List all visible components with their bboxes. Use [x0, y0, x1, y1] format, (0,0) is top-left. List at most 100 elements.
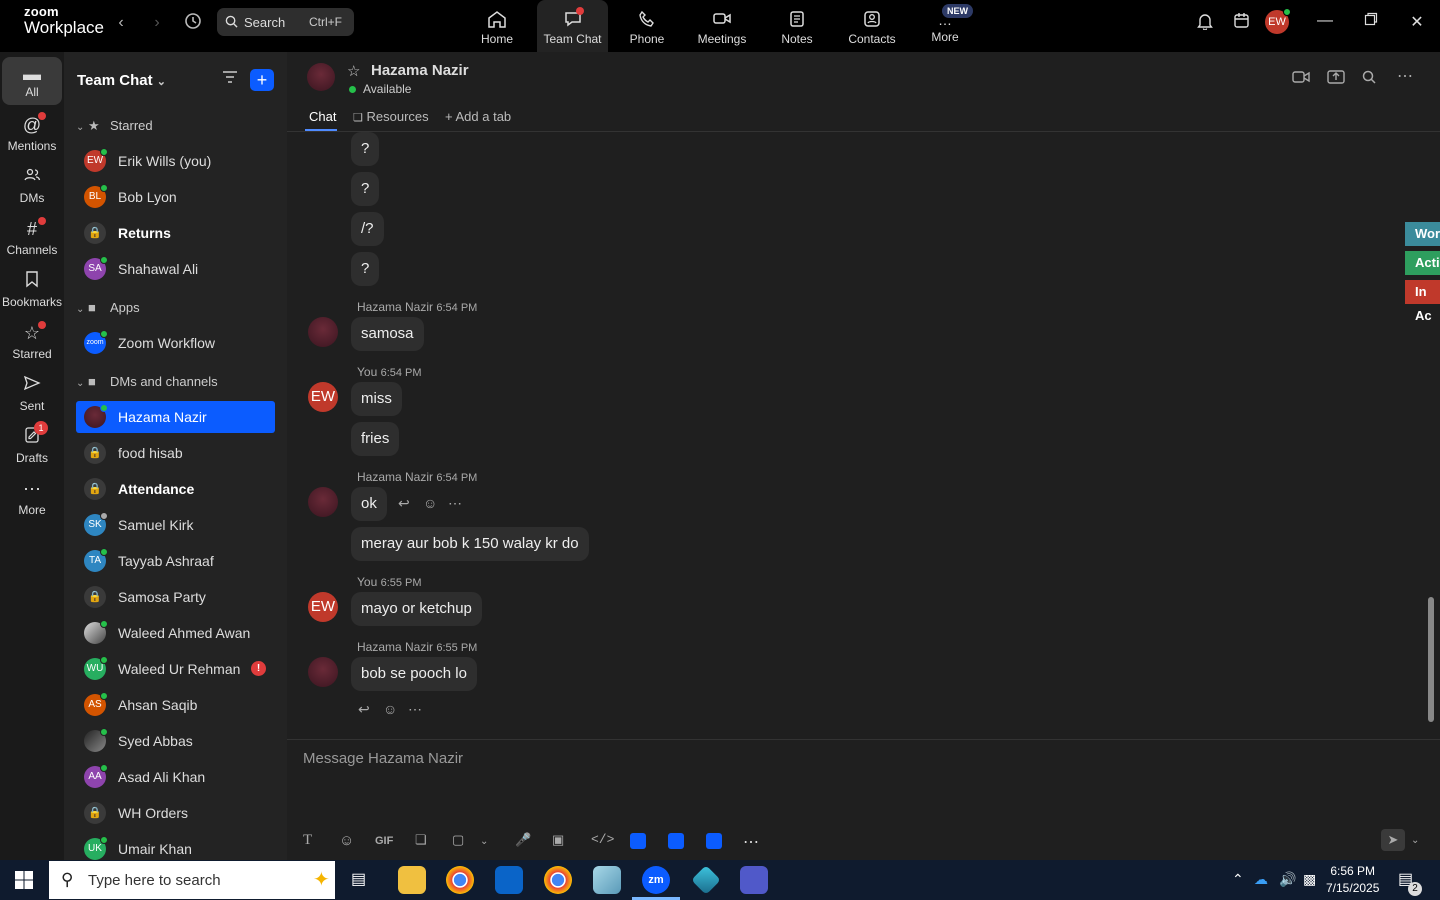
more-tools-icon[interactable]: ⋯ — [743, 832, 759, 852]
close-icon[interactable]: ✕ — [1402, 12, 1432, 32]
tab-chat[interactable]: Chat — [309, 109, 336, 124]
sidebar-item-returns[interactable]: 🔒 Returns — [76, 217, 275, 249]
sidebar-item-asad-ali-khan[interactable]: AA Asad Ali Khan — [76, 761, 275, 793]
nav-notes[interactable]: Notes — [772, 0, 822, 52]
sidebar-item-bob-lyon[interactable]: BL Bob Lyon — [76, 181, 275, 213]
rail-channels[interactable]: # Channels — [2, 218, 62, 257]
sidebar-item-umair-khan[interactable]: UK Umair Khan — [76, 833, 275, 860]
share-screen-icon[interactable] — [1327, 70, 1345, 87]
rail-all[interactable]: ▬ All — [2, 57, 62, 105]
nav-team-chat[interactable]: Team Chat — [537, 0, 608, 52]
send-options-chevron-icon[interactable]: ⌄ — [1411, 835, 1419, 846]
avatar[interactable] — [308, 657, 338, 687]
star-outline-icon[interactable]: ☆ — [347, 62, 360, 80]
section-apps[interactable]: ⌄ ■ Apps — [76, 300, 140, 315]
rail-starred[interactable]: ☆ Starred — [2, 322, 62, 361]
forward-arrow-icon[interactable]: › — [144, 12, 170, 34]
sidebar-item-wh-orders[interactable]: 🔒 WH Orders — [76, 797, 275, 829]
nav-contacts[interactable]: Contacts — [842, 0, 902, 52]
app-icon[interactable] — [691, 865, 721, 895]
search-box[interactable]: Search Ctrl+F — [217, 8, 354, 36]
chevron-down-icon[interactable]: ⌄ — [480, 836, 488, 847]
more-options-icon[interactable]: ⋯ — [1397, 66, 1413, 86]
sidebar-item-food-hisab[interactable]: 🔒 food hisab — [76, 437, 275, 469]
message-bubble[interactable]: ? — [351, 132, 380, 166]
tab-resources[interactable]: ❏ Resources — [353, 109, 429, 124]
onedrive-icon[interactable]: ☁ — [1254, 871, 1268, 888]
chevron-up-icon[interactable]: ⌃ — [1232, 871, 1244, 888]
avatar[interactable]: EW — [308, 382, 338, 412]
emoji-icon[interactable]: ☺ — [339, 832, 354, 849]
side-tab-acti[interactable]: Acti — [1405, 251, 1440, 275]
message-bubble[interactable]: ok — [351, 487, 387, 521]
chat-title[interactable]: Hazama Nazir — [371, 62, 469, 79]
network-icon[interactable]: ▩ — [1303, 871, 1316, 888]
send-button[interactable]: ➤ — [1381, 829, 1405, 851]
sidebar-item-waleed-ahmed-awan[interactable]: Waleed Ahmed Awan — [76, 617, 275, 649]
sidebar-item-syed-abbas[interactable]: Syed Abbas — [76, 725, 275, 757]
rail-drafts[interactable]: Drafts — [2, 426, 62, 465]
volume-icon[interactable]: 🔊 — [1279, 871, 1296, 888]
rail-dms[interactable]: DMs — [2, 166, 62, 205]
avatar[interactable] — [308, 487, 338, 517]
rail-bookmarks[interactable]: Bookmarks — [2, 270, 62, 309]
section-starred[interactable]: ⌄ ★ Starred — [76, 118, 153, 134]
sidebar-item-ahsan-saqib[interactable]: AS Ahsan Saqib — [76, 689, 275, 721]
message-bubble[interactable]: miss — [351, 382, 402, 416]
zoom-taskbar-icon[interactable]: zm — [642, 866, 670, 894]
file-explorer-icon[interactable] — [398, 866, 426, 894]
file-icon[interactable]: ❏ — [415, 832, 427, 848]
app-calendar-icon[interactable] — [668, 833, 684, 849]
sidebar-item-hazama-nazir[interactable]: Hazama Nazir — [76, 401, 275, 433]
calendar-icon[interactable] — [1228, 12, 1254, 34]
text-format-icon[interactable]: T — [303, 832, 312, 849]
nav-phone[interactable]: Phone — [622, 0, 672, 52]
filter-icon[interactable] — [222, 70, 238, 88]
avatar[interactable] — [308, 317, 338, 347]
reply-icon[interactable]: ↩ — [358, 701, 370, 718]
outlook-icon[interactable] — [495, 866, 523, 894]
message-bubble[interactable]: bob se pooch lo — [351, 657, 477, 691]
teams-icon[interactable] — [740, 866, 768, 894]
sidebar-item-samosa-party[interactable]: 🔒 Samosa Party — [76, 581, 275, 613]
chrome-icon[interactable] — [446, 866, 474, 894]
sidebar-item-tayyab-ashraaf[interactable]: TA Tayyab Ashraaf — [76, 545, 275, 577]
chrome-profile-icon[interactable] — [544, 866, 572, 894]
chat-avatar[interactable] — [307, 63, 335, 91]
rail-mentions[interactable]: @ Mentions — [2, 114, 62, 153]
reply-icon[interactable]: ↩ — [398, 495, 410, 512]
nav-meetings[interactable]: Meetings — [692, 0, 752, 52]
minimize-icon[interactable]: — — [1310, 12, 1340, 30]
message-bubble[interactable]: ? — [351, 172, 380, 206]
message-bubble[interactable]: samosa — [351, 317, 424, 351]
side-tab-in-ac[interactable]: In Ac — [1405, 280, 1440, 323]
sidebar-item-erik-wills[interactable]: EW Erik Wills (you) — [76, 145, 275, 177]
more-actions-icon[interactable]: ⋯ — [408, 701, 422, 718]
screenshot-icon[interactable]: ▢ — [452, 832, 464, 848]
message-bubble[interactable]: meray aur bob k 150 walay kr do — [351, 527, 589, 561]
taskbar-search[interactable]: ⚲ Type here to search ✦ — [49, 861, 335, 899]
emoji-react-icon[interactable]: ☺ — [383, 701, 397, 717]
sidebar-item-zoom-workflow[interactable]: zoom Zoom Workflow — [76, 327, 275, 359]
restore-icon[interactable] — [1356, 12, 1386, 31]
history-icon[interactable] — [180, 12, 206, 34]
scrollbar-thumb[interactable] — [1428, 597, 1434, 722]
back-arrow-icon[interactable]: ‹ — [108, 12, 134, 34]
message-bubble[interactable]: fries — [351, 422, 400, 456]
code-icon[interactable]: </> — [591, 832, 614, 847]
microphone-icon[interactable]: 🎤 — [515, 832, 531, 848]
gif-button[interactable]: GIF — [375, 835, 393, 847]
new-chat-button[interactable]: + — [250, 69, 274, 91]
windows-start-icon[interactable] — [15, 871, 33, 894]
nav-home[interactable]: Home — [472, 0, 522, 52]
sidebar-item-waleed-ur-rehman[interactable]: WU Waleed Ur Rehman ! — [76, 653, 275, 685]
sidebar-item-attendance[interactable]: 🔒 Attendance — [76, 473, 275, 505]
message-input[interactable]: Message Hazama Nazir — [303, 750, 463, 767]
avatar[interactable]: EW — [308, 592, 338, 622]
app-icon[interactable] — [593, 866, 621, 894]
rail-more[interactable]: ⋯ More — [2, 478, 62, 517]
section-dms[interactable]: ⌄ ■ DMs and channels — [76, 374, 218, 389]
more-actions-icon[interactable]: ⋯ — [448, 495, 462, 512]
sidebar-title[interactable]: Team Chat ⌄ — [77, 72, 166, 89]
video-call-icon[interactable] — [1292, 70, 1310, 87]
